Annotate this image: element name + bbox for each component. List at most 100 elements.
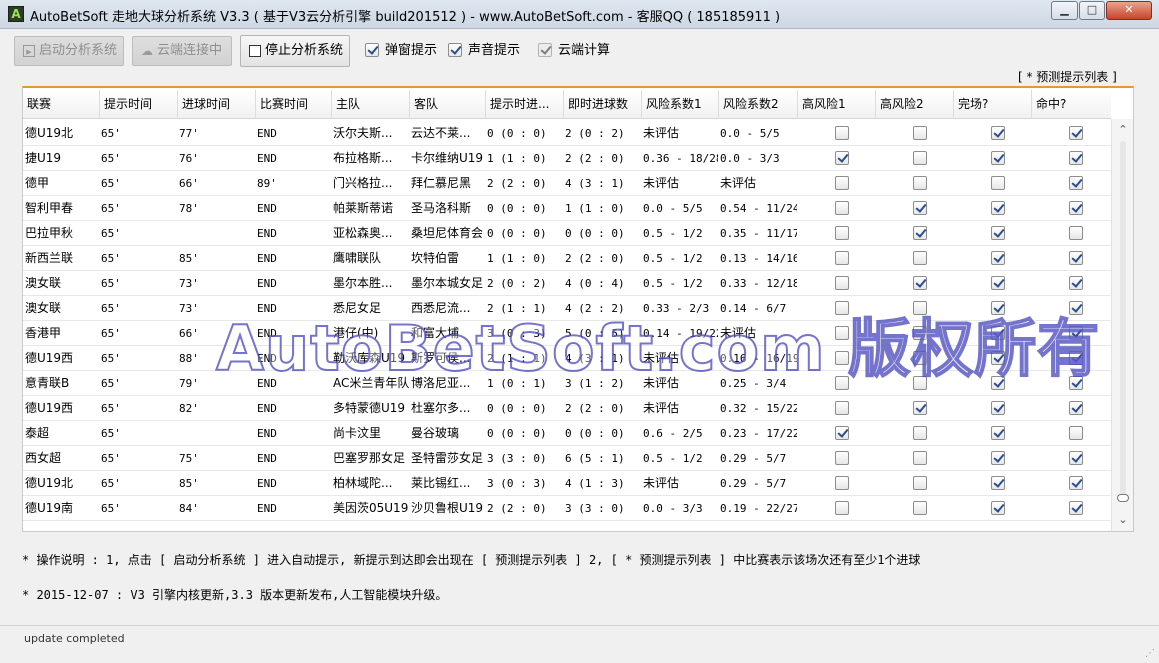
vertical-scrollbar[interactable]: ⌃ ⌄	[1111, 119, 1133, 531]
maximize-button[interactable]: □	[1079, 1, 1105, 20]
column-header[interactable]: 完场?	[953, 90, 1031, 119]
high-risk1-checkbox[interactable]	[835, 201, 849, 215]
high-risk2-checkbox[interactable]	[913, 451, 927, 465]
sound-alert-checkbox[interactable]: 声音提示	[446, 42, 520, 60]
high-risk1-checkbox[interactable]	[835, 326, 849, 340]
hit-checkbox[interactable]	[1069, 326, 1083, 340]
finished-checkbox[interactable]	[991, 276, 1005, 290]
hit-checkbox[interactable]	[1069, 301, 1083, 315]
high-risk2-checkbox[interactable]	[913, 276, 927, 290]
hit-checkbox[interactable]	[1069, 376, 1083, 390]
table-row[interactable]: 澳女联 65' 73' END 悉尼女足 西悉尼流... 2 (1 : 1) 4 (2 : 2…	[23, 296, 1111, 321]
column-header[interactable]: 即时进球数	[563, 90, 641, 119]
stop-analysis-button[interactable]: 停止分析系统	[240, 35, 350, 67]
high-risk1-checkbox[interactable]	[835, 376, 849, 390]
column-header[interactable]: 主队	[331, 90, 409, 119]
column-header[interactable]: 进球时间	[177, 90, 255, 119]
hit-checkbox[interactable]	[1069, 201, 1083, 215]
high-risk2-checkbox[interactable]	[913, 151, 927, 165]
hit-checkbox[interactable]	[1069, 251, 1083, 265]
table-row[interactable]: 德甲 65' 66' 89' 门兴格拉... 拜仁慕尼黑 2 (2 : 0) 4 (3 : 1…	[23, 171, 1111, 196]
finished-checkbox[interactable]	[991, 151, 1005, 165]
finished-checkbox[interactable]	[991, 351, 1005, 365]
column-header[interactable]: 风险系数2	[718, 90, 797, 119]
scroll-up-icon[interactable]: ⌃	[1112, 121, 1133, 139]
finished-checkbox[interactable]	[991, 251, 1005, 265]
high-risk2-checkbox[interactable]	[913, 426, 927, 440]
finished-checkbox[interactable]	[991, 126, 1005, 140]
table-row[interactable]: 新西兰联 65' 85' END 鹰啸联队 坎特伯雷 1 (1 : 0) 2 (2 : 0) 0…	[23, 246, 1111, 271]
column-header[interactable]: 联赛	[23, 90, 99, 119]
table-row[interactable]: 德U19南 65' 84' END 美因茨05U19 沙贝鲁根U19 2 (2 : 0) 3 …	[23, 496, 1111, 521]
high-risk2-checkbox[interactable]	[913, 376, 927, 390]
scroll-thumb[interactable]	[1117, 494, 1129, 502]
high-risk2-checkbox[interactable]	[913, 251, 927, 265]
high-risk2-checkbox[interactable]	[913, 351, 927, 365]
hit-checkbox[interactable]	[1069, 151, 1083, 165]
popup-alert-checkbox[interactable]: 弹窗提示	[363, 42, 437, 60]
column-header[interactable]: 提示时间	[99, 90, 177, 119]
table-row[interactable]: 香港甲 65' 66' END 港仔(中) 和富大埔 3 (0 : 3) 5 (0 : 5) 0…	[23, 321, 1111, 346]
high-risk1-checkbox[interactable]	[835, 126, 849, 140]
hit-checkbox[interactable]	[1069, 401, 1083, 415]
column-header[interactable]: 客队	[409, 90, 485, 119]
finished-checkbox[interactable]	[991, 201, 1005, 215]
hit-checkbox[interactable]	[1069, 226, 1083, 240]
high-risk2-checkbox[interactable]	[913, 126, 927, 140]
finished-checkbox[interactable]	[991, 501, 1005, 515]
high-risk1-checkbox[interactable]	[835, 501, 849, 515]
minimize-button[interactable]: ▁	[1051, 1, 1078, 20]
scroll-track[interactable]	[1120, 141, 1126, 496]
high-risk1-checkbox[interactable]	[835, 226, 849, 240]
cloud-compute-checkbox[interactable]: 云端计算	[536, 42, 610, 60]
high-risk2-checkbox[interactable]	[913, 401, 927, 415]
table-row[interactable]: 巴拉甲秋 65' END 亚松森奥... 桑坦尼体育会 0 (0 : 0) 0 (0 : 0…	[23, 221, 1111, 246]
column-header[interactable]: 高风险2	[875, 90, 953, 119]
table-row[interactable]: 捷U19 65' 76' END 布拉格斯... 卡尔维纳U19 1 (1 : 0) 2 (2…	[23, 146, 1111, 171]
high-risk1-checkbox[interactable]	[835, 451, 849, 465]
column-header[interactable]: 高风险1	[797, 90, 875, 119]
high-risk2-checkbox[interactable]	[913, 226, 927, 240]
resize-grip-icon[interactable]: ⋰	[1145, 648, 1155, 659]
high-risk2-checkbox[interactable]	[913, 326, 927, 340]
finished-checkbox[interactable]	[991, 401, 1005, 415]
table-row[interactable]: 德U19西 65' 88' END 勒沃库森U19 斯罗可侯... 2 (1 : 1) 4 (…	[23, 346, 1111, 371]
finished-checkbox[interactable]	[991, 376, 1005, 390]
high-risk1-checkbox[interactable]	[835, 176, 849, 190]
high-risk1-checkbox[interactable]	[835, 401, 849, 415]
cloud-connect-button[interactable]: ☁ 云端连接中	[132, 36, 232, 66]
high-risk2-checkbox[interactable]	[913, 501, 927, 515]
high-risk2-checkbox[interactable]	[913, 176, 927, 190]
table-row[interactable]: 德U19北 65' 77' END 沃尔夫斯... 云达不莱... 0 (0 : 0) 2 (…	[23, 121, 1111, 146]
hit-checkbox[interactable]	[1069, 451, 1083, 465]
high-risk1-checkbox[interactable]	[835, 276, 849, 290]
column-header[interactable]: 比赛时间	[255, 90, 331, 119]
table-row[interactable]: 意青联B 65' 79' END AC米兰青年队 博洛尼亚... 1 (0 : 1) 3 (1…	[23, 371, 1111, 396]
high-risk1-checkbox[interactable]	[835, 151, 849, 165]
scroll-down-icon[interactable]: ⌄	[1112, 511, 1133, 529]
finished-checkbox[interactable]	[991, 426, 1005, 440]
finished-checkbox[interactable]	[991, 226, 1005, 240]
table-row[interactable]: 泰超 65' END 尚卡汶里 曼谷玻璃 0 (0 : 0) 0 (0 : 0) 0.6 - …	[23, 421, 1111, 446]
column-header[interactable]: 风险系数1	[641, 90, 718, 119]
high-risk1-checkbox[interactable]	[835, 351, 849, 365]
finished-checkbox[interactable]	[991, 476, 1005, 490]
hit-checkbox[interactable]	[1069, 351, 1083, 365]
high-risk1-checkbox[interactable]	[835, 251, 849, 265]
column-header[interactable]: 提示时进...	[485, 90, 563, 119]
table-row[interactable]: 智利甲春 65' 78' END 帕莱斯蒂诺 圣马洛科斯 0 (0 : 0) 1 (1 : 0…	[23, 196, 1111, 221]
finished-checkbox[interactable]	[991, 301, 1005, 315]
table-row[interactable]: 澳女联 65' 73' END 墨尔本胜... 墨尔本城女足 2 (0 : 2) 4 (0 :…	[23, 271, 1111, 296]
hit-checkbox[interactable]	[1069, 276, 1083, 290]
high-risk2-checkbox[interactable]	[913, 301, 927, 315]
table-row[interactable]: 德U19西 65' 82' END 多特蒙德U19 杜塞尔多... 0 (0 : 0) 2 (…	[23, 396, 1111, 421]
table-row[interactable]: 西女超 65' 75' END 巴塞罗那女足 圣特雷莎女足 3 (3 : 0) 6 (5 : …	[23, 446, 1111, 471]
close-button[interactable]: ✕	[1106, 1, 1152, 20]
high-risk2-checkbox[interactable]	[913, 201, 927, 215]
hit-checkbox[interactable]	[1069, 501, 1083, 515]
hit-checkbox[interactable]	[1069, 476, 1083, 490]
finished-checkbox[interactable]	[991, 451, 1005, 465]
hit-checkbox[interactable]	[1069, 126, 1083, 140]
high-risk1-checkbox[interactable]	[835, 426, 849, 440]
finished-checkbox[interactable]	[991, 326, 1005, 340]
